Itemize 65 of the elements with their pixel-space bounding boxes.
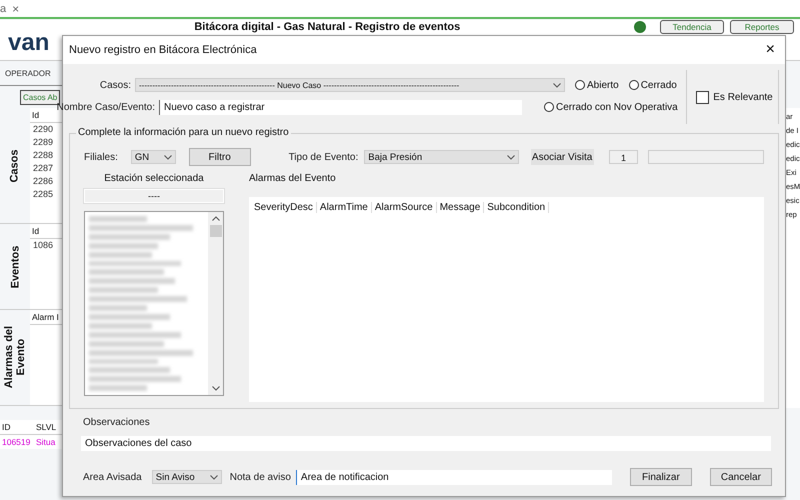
field-label: Nota de aviso <box>230 472 291 482</box>
dialog-title: Nuevo registro en Bitácora Electrónica <box>69 44 257 56</box>
logo-text: van <box>8 30 50 56</box>
app-title: Bitácora digital - Gas Natural - Registro de eventos <box>194 21 460 33</box>
field-label: Area Avisada <box>83 472 142 482</box>
column-header: SLVL <box>35 422 56 432</box>
column-header[interactable]: Message <box>436 202 484 212</box>
dialog-button[interactable]: Finalizar <box>630 468 692 486</box>
section-label: Casos <box>8 148 22 184</box>
chevron-icon <box>210 474 218 480</box>
header-button[interactable]: Reportes <box>730 20 794 34</box>
chevron-icon <box>164 154 172 160</box>
table-cell-text: 2286 <box>32 175 54 188</box>
visit-count-field[interactable]: 1 <box>608 150 638 164</box>
chevron-icon <box>553 82 561 88</box>
associate-visit-button[interactable]: Asociar Visita <box>530 149 594 165</box>
table-cell-text: 2289 <box>32 136 54 149</box>
chevron-icon <box>506 154 515 160</box>
table-cell-text: 2285 <box>32 188 54 201</box>
table-cell-text: 2288 <box>32 149 54 162</box>
event-type-dropdown[interactable]: Baja Presión <box>364 150 519 164</box>
observations-field[interactable]: Observaciones del caso <box>81 436 771 451</box>
filter-button[interactable]: Filtro <box>188 148 251 166</box>
section-label: Alarmas del Evento <box>2 325 28 391</box>
table-cell-text: 2290 <box>32 123 54 136</box>
radio-button[interactable]: Cerrado <box>628 80 677 90</box>
browser-tab[interactable]: a <box>0 2 6 14</box>
field-label: Estación seleccionada <box>103 173 205 186</box>
table-cell-text: Situa <box>35 437 56 447</box>
status-icon <box>634 21 646 33</box>
dialog-button[interactable]: Cancelar <box>710 468 772 486</box>
name-field[interactable]: Nuevo caso a registrar <box>159 100 522 114</box>
close-button[interactable]: × <box>766 41 775 59</box>
branch-dropdown[interactable]: GN <box>130 150 176 164</box>
scroll-up-icon[interactable] <box>212 216 220 221</box>
checkbox[interactable]: Es Relevante <box>696 90 773 104</box>
scroll-down-icon[interactable] <box>212 386 220 391</box>
scrollbar-thumb[interactable] <box>210 225 222 237</box>
table-cell-text: 1086 <box>32 239 54 252</box>
group-title: Complete la información para un nuevo registro <box>76 127 291 138</box>
radio-button[interactable]: Cerrado con Nov Operativa <box>544 102 678 112</box>
area-dropdown[interactable]: Sin Aviso <box>152 470 222 484</box>
visit-field[interactable] <box>648 150 764 164</box>
column-header[interactable]: AlarmTime <box>316 202 372 212</box>
station-field[interactable]: ---- <box>84 189 224 203</box>
field-label: Tipo de Evento: <box>288 152 358 162</box>
table-cell-text: 2287 <box>32 162 54 175</box>
cases-dropdown[interactable]: --------------------------------------------------- Nuevo Caso --------------------------------------------------- <box>135 78 565 92</box>
section-label: Eventos <box>8 244 22 290</box>
note-field[interactable]: Area de notificacion <box>296 470 612 484</box>
column-header[interactable]: SeverityDesc <box>251 202 317 212</box>
field-label: Filiales: <box>84 152 118 162</box>
radio-button[interactable]: Abierto <box>575 80 619 90</box>
close-tab-button[interactable]: × <box>12 2 20 16</box>
header-button[interactable]: Tendencia <box>660 20 724 34</box>
column-header: ID <box>1 422 12 432</box>
column-header[interactable]: Subcondition <box>484 202 550 212</box>
column-header[interactable]: AlarmSource <box>372 202 437 212</box>
user-menu[interactable]: OPERADOR <box>5 68 51 78</box>
field-label: Observaciones <box>83 417 151 428</box>
field-label: Casos: <box>98 80 131 90</box>
field-label: Alarmas del Evento <box>249 173 337 186</box>
cases-tab[interactable]: Casos Ab <box>20 90 60 104</box>
table-cell-text: 106519 <box>1 437 32 447</box>
scrollbar[interactable] <box>208 212 223 395</box>
